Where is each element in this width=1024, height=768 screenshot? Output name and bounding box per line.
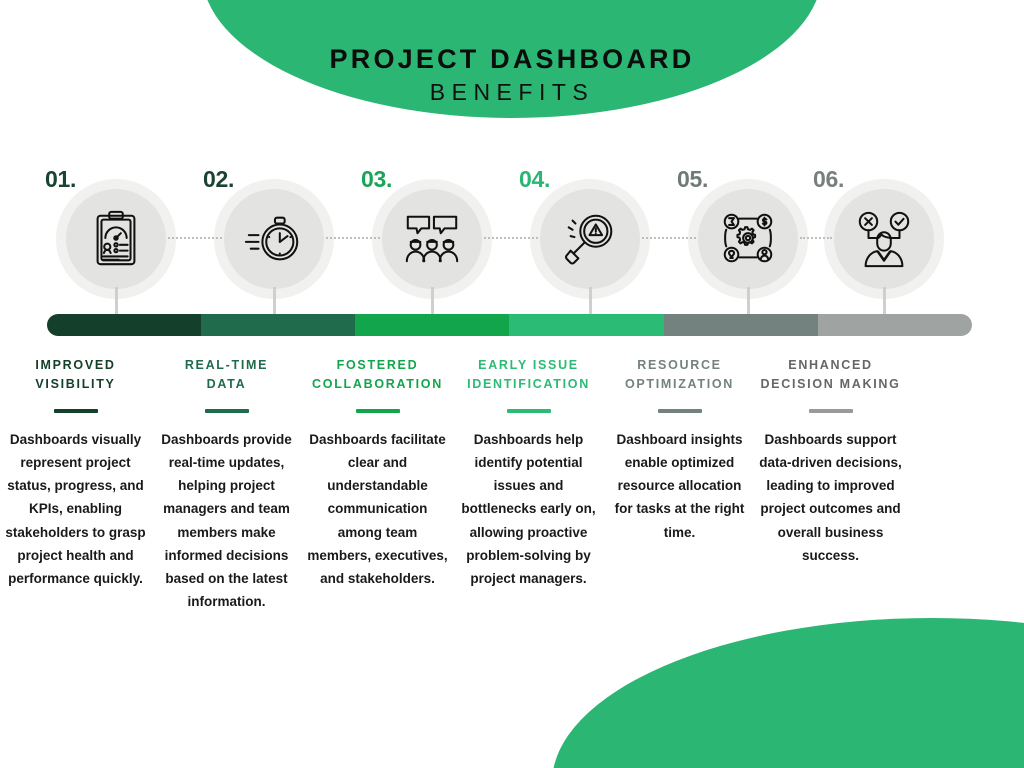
step-icons-row: 01. 02. 03. 04. 05. 06.	[0, 160, 1024, 310]
dotted-connector	[168, 237, 222, 239]
dotted-connector	[484, 237, 538, 239]
title-subtitle: BENEFITS	[429, 79, 595, 106]
step-number-label: 03.	[361, 166, 393, 192]
benefit-heading: IMPROVED VISIBILITY	[35, 358, 116, 392]
step-number-label: 04.	[519, 166, 551, 192]
heading-underline	[506, 408, 551, 413]
dotted-connector	[326, 237, 380, 239]
step-number-label: 01.	[45, 166, 77, 192]
benefit-description: Dashboards facilitate clear and understa…	[307, 431, 448, 587]
heading-underline	[204, 408, 249, 413]
bar-segment-3	[355, 314, 510, 336]
step-number-label: 06.	[813, 166, 845, 192]
benefit-description: Dashboards help identify potential issue…	[461, 431, 596, 587]
dotted-connector	[642, 237, 696, 239]
benefit-column-4: EARLY ISSUE IDENTIFICATION Dashboards hel…	[453, 356, 604, 614]
team-speech-bubbles-icon	[397, 204, 467, 274]
decision-person-icon	[849, 204, 919, 274]
bar-segment-5	[663, 314, 818, 336]
benefit-column-2: REAL-TIME DATA Dashboards provide real-ti…	[151, 356, 302, 614]
benefit-description: Dashboards provide real-time updates, he…	[161, 431, 292, 610]
bar-segment-1	[47, 314, 202, 336]
heading-underline	[657, 408, 702, 413]
progress-color-bar	[47, 314, 972, 336]
step-number-label: 02.	[203, 166, 235, 192]
benefit-column-3: FOSTERED COLLABORATION Dashboards facilit…	[302, 356, 453, 614]
benefit-heading: FOSTERED COLLABORATION	[312, 358, 443, 392]
benefit-heading: RESOURCE OPTIMIZATION	[624, 358, 735, 392]
step-number-label: 05.	[677, 166, 709, 192]
benefit-heading: REAL-TIME DATA	[184, 358, 269, 392]
benefit-heading: ENHANCED DECISION MAKING	[760, 358, 901, 392]
benefit-column-1: IMPROVED VISIBILITY Dashboards visually r…	[0, 356, 151, 614]
page-title: PROJECT DASHBOARD BENEFITS	[0, 44, 1024, 108]
benefit-column-6: ENHANCED DECISION MAKING Dashboards suppo…	[755, 356, 906, 614]
clipboard-gauge-icon	[81, 204, 151, 274]
benefit-description: Dashboard insights enable optimized reso…	[614, 431, 745, 540]
heading-underline	[808, 408, 853, 413]
benefit-description: Dashboards support data-driven decisions…	[759, 431, 902, 563]
gear-resources-icon	[713, 204, 783, 274]
title-main: PROJECT DASHBOARD	[329, 44, 695, 74]
stopwatch-speed-icon	[239, 204, 309, 274]
heading-underline	[53, 408, 98, 413]
dotted-connector	[800, 237, 832, 239]
benefit-column-5: RESOURCE OPTIMIZATION Dashboard insights …	[604, 356, 755, 614]
bar-segment-4	[509, 314, 664, 336]
benefit-columns: IMPROVED VISIBILITY Dashboards visually r…	[0, 356, 1024, 614]
benefit-description: Dashboards visually represent project st…	[5, 431, 146, 587]
heading-underline	[355, 408, 400, 413]
infographic-canvas: PROJECT DASHBOARD BENEFITS 01. 02. 03. 0…	[0, 0, 1024, 768]
bottom-green-arc-decoration	[552, 618, 1024, 768]
bar-segment-2	[201, 314, 356, 336]
benefit-heading: EARLY ISSUE IDENTIFICATION	[467, 358, 590, 392]
magnifier-warning-icon	[555, 204, 625, 274]
bar-segment-6	[817, 314, 972, 336]
